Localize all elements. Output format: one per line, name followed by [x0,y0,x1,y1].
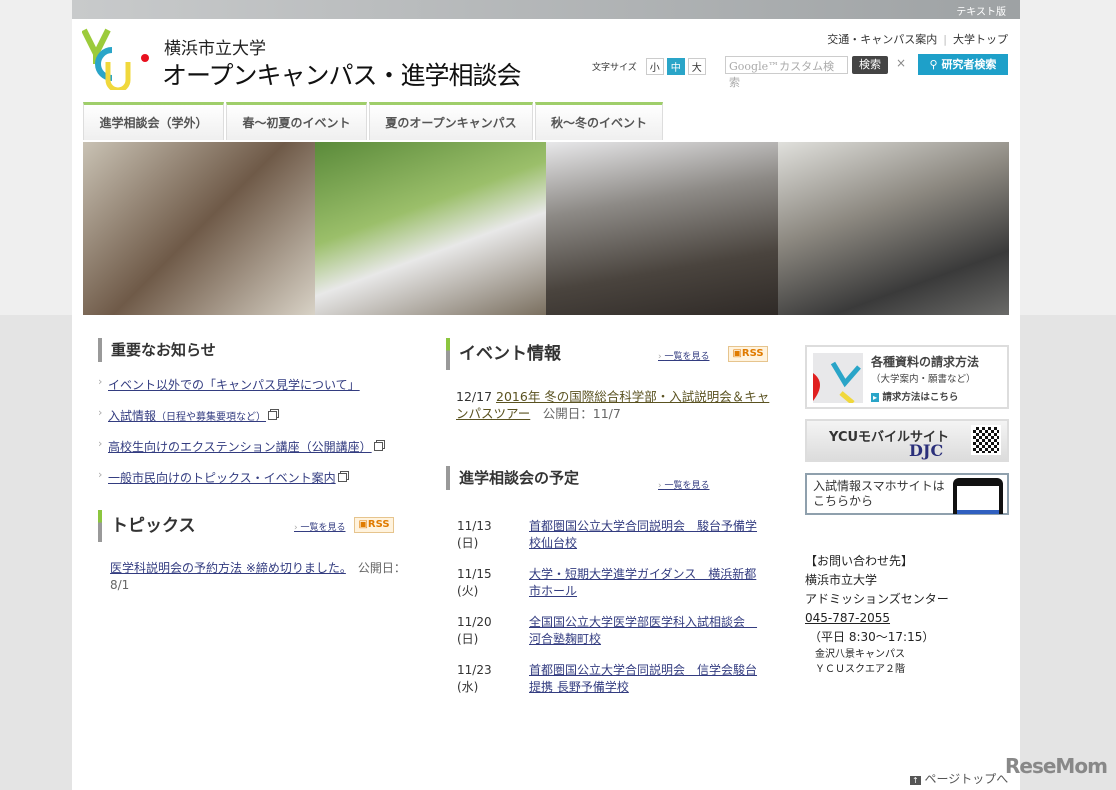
search-button[interactable]: 検索 [852,56,888,74]
smartphone-site-label: 入試情報スマホサイトはこちらから [813,479,945,508]
phone-link[interactable]: 045-787-2055 [805,609,949,628]
search-input[interactable]: Google™カスタム検索 [725,56,848,89]
font-size-small[interactable]: 小 [645,58,664,75]
materials-link[interactable]: ▸ 請求方法はこちら [871,389,958,403]
mobile-site-banner[interactable]: YCUモバイルサイト DJC [805,419,1009,462]
arrow-up-icon: ↑ [910,776,921,785]
clear-icon[interactable]: × [896,56,906,70]
notices-section: 重要なお知らせ イベント以外での「キャンパス見学について」 入試情報（日程や募集… [98,338,408,500]
resemom-watermark: ReseMom [1005,754,1108,778]
text-version-link[interactable]: テキスト版 [956,3,1006,18]
page: テキスト版 横浜市立大学 オープンキャンパス・進学相談会 交通・キャンパス案内 |… [72,0,1020,790]
table-row: 11/13 (日) 首都圏国公立大学合同説明会 駿台予備学校仙台校 [457,518,771,552]
top-bar: テキスト版 [72,0,1020,19]
list-item: 入試情報（日程や募集要項など） [98,406,408,424]
topics-rss-button[interactable]: ▣RSS [354,517,394,533]
materials-title: 各種資料の請求方法 [871,355,980,369]
page-top-link[interactable]: ↑ ページトップへ [910,770,1008,787]
font-size-medium[interactable]: 中 [666,58,685,75]
font-size-control: 文字サイズ小中大 [592,58,706,75]
researcher-search-label: 研究者検索 [941,58,997,71]
external-link-icon [373,442,383,451]
event-item: 12/17 2016年 冬の国際総合科学部・入試説明会＆キャンパスツアー 公開日… [456,388,771,422]
tab-autumn-winter-events[interactable]: 秋～冬のイベント [535,102,663,140]
access-link[interactable]: 交通・キャンパス案内 [827,33,937,46]
tab-spring-events[interactable]: 春～初夏のイベント [226,102,367,140]
rss-icon: ▣ [358,519,368,530]
schedule-link[interactable]: 首都圏国公立大学合同説明会 信学会駿台提携 長野予備学校 [529,662,764,696]
photo-consultation [777,142,1009,315]
hero-banner [83,142,1009,315]
materials-subtitle: （大学案内・願書など） [871,374,976,385]
table-row: 11/15 (火) 大学・短期大学進学ガイダンス 横浜新都市ホール [457,566,771,600]
photo-lab [83,142,315,315]
topics-more-link[interactable]: 一覧を見る [294,520,345,533]
tab-summer-open-campus[interactable]: 夏のオープンキャンパス [369,102,533,140]
researcher-search-button[interactable]: ⚲ 研究者検索 [918,54,1008,75]
search-icon: ⚲ [929,58,942,71]
external-link-icon [337,473,347,482]
font-size-label: 文字サイズ [592,63,637,73]
schedule-link[interactable]: 全国国公立大学医学部医学科入試相談会 河合塾麹町校 [529,614,764,648]
ycu-logo[interactable] [82,28,154,90]
events-more-link[interactable]: 一覧を見る [658,349,709,362]
events-heading: イベント情報 [446,338,771,370]
schedule-list: 11/13 (日) 首都圏国公立大学合同説明会 駿台予備学校仙台校 11/15 (火)… [457,518,771,696]
font-size-large[interactable]: 大 [687,58,706,75]
arrow-icon: ▸ [871,393,880,402]
ycu-mark-icon [813,353,863,403]
notice-link-public-events[interactable]: 一般市民向けのトピックス・イベント案内 [108,471,336,485]
external-link-icon [268,411,278,420]
smartphone-site-banner[interactable]: 入試情報スマホサイトはこちらから [805,473,1009,515]
list-item: 高校生向けのエクステンション講座（公開講座） [98,437,408,455]
events-section: イベント情報 一覧を見る ▣RSS 12/17 2016年 冬の国際総合科学部・… [446,338,771,422]
event-date: 12/17 [456,389,493,404]
table-row: 11/23 (水) 首都圏国公立大学合同説明会 信学会駿台提携 長野予備学校 [457,662,771,696]
smartphone-icon [953,478,1003,514]
schedule-link[interactable]: 大学・短期大学進学ガイダンス 横浜新都市ホール [529,566,764,600]
list-item: イベント以外での「キャンパス見学について」 [98,375,408,393]
qr-code-icon [971,425,1001,455]
materials-request-banner[interactable]: 各種資料の請求方法 （大学案内・願書など） ▸ 請求方法はこちら [805,345,1009,409]
rss-icon: ▣ [732,348,742,359]
notice-link-admissions[interactable]: 入試情報（日程や募集要項など） [108,409,266,423]
university-top-link[interactable]: 大学トップ [953,33,1008,46]
top-links: 交通・キャンパス案内 | 大学トップ [827,33,1008,46]
schedule-more-link[interactable]: 一覧を見る [658,478,709,491]
topic-link[interactable]: 医学科説明会の予約方法 ※締め切りました。 [110,561,346,575]
main-nav: 進学相談会（学外） 春～初夏のイベント 夏のオープンキャンパス 秋～冬のイベント [83,102,663,140]
list-item: 一般市民向けのトピックス・イベント案内 [98,468,408,486]
notices-heading: 重要なお知らせ [98,338,408,362]
schedule-link[interactable]: 首都圏国公立大学合同説明会 駿台予備学校仙台校 [529,518,764,552]
table-row: 11/20 (日) 全国国公立大学医学部医学科入試相談会 河合塾麹町校 [457,614,771,648]
site-title: オープンキャンパス・進学相談会 [162,61,522,90]
djc-logo: DJC [909,441,944,460]
notice-link-campus-visit[interactable]: イベント以外での「キャンパス見学について」 [108,378,360,392]
schedule-section: 進学相談会の予定 一覧を見る 11/13(日)首都圏国公立大学合同説明会 駿台予… [446,466,771,696]
topics-section: トピックス 一覧を見る ▣RSS 医学科説明会の予約方法 ※締め切りました。 公… [98,510,422,594]
photo-lecture-hall [546,142,778,315]
contact-info: 【お問い合わせ先】 横浜市立大学 アドミッションズセンター 045-787-20… [805,554,949,675]
notice-link-extension[interactable]: 高校生向けのエクステンション講座（公開講座） [108,440,372,454]
event-published: 公開日：11/7 [542,406,621,421]
photo-cheer [314,142,546,315]
events-rss-button[interactable]: ▣RSS [728,346,768,362]
schedule-heading: 進学相談会の予定 [446,466,771,490]
tab-consultation[interactable]: 進学相談会（学外） [83,102,224,140]
topic-item: 医学科説明会の予約方法 ※締め切りました。 公開日：8/1 [110,560,410,594]
